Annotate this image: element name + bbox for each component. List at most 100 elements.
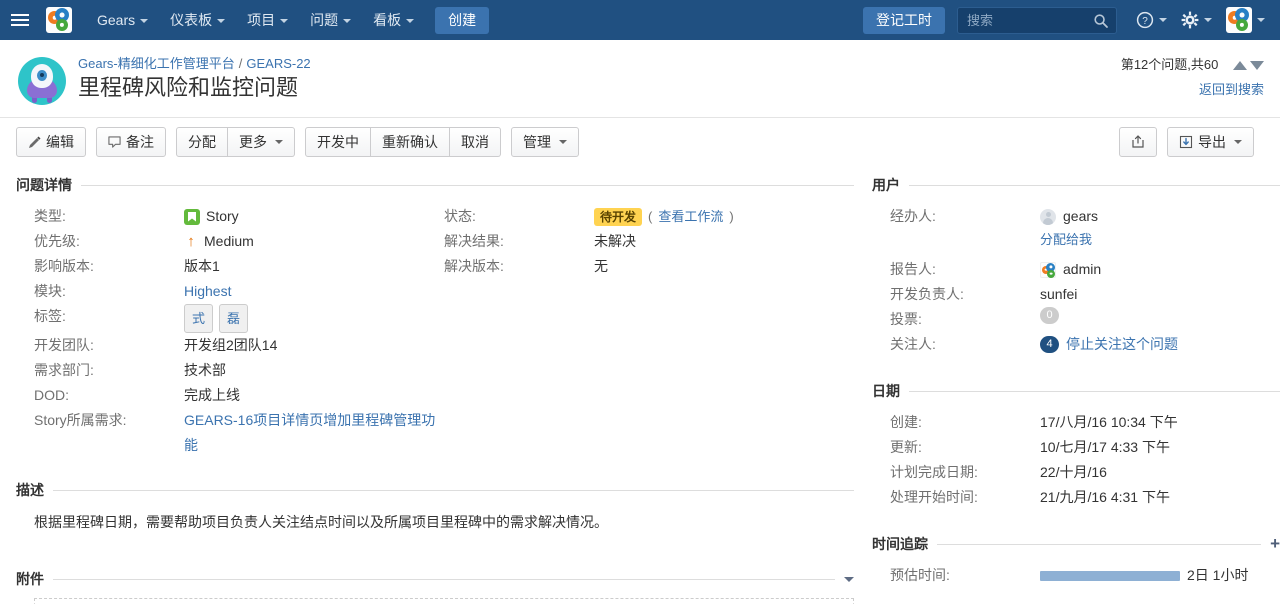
manage-button-label: 管理 <box>523 134 551 150</box>
workflow-paren-open: ( <box>648 209 653 224</box>
reporter-name: admin <box>1063 261 1102 277</box>
dev-team-value: 开发组2团队14 <box>184 337 278 353</box>
breadcrumb: Gears-精细化工作管理平台 / GEARS-22 <box>78 53 311 72</box>
create-button[interactable]: 创建 <box>435 6 490 34</box>
detail-label: Story所属需求: <box>34 412 127 428</box>
description-section-title: 描述 <box>16 482 44 498</box>
gears-logo-icon[interactable] <box>46 7 72 33</box>
breadcrumb-separator: / <box>238 56 243 71</box>
share-icon <box>1132 135 1144 148</box>
gear-icon <box>1181 11 1199 29</box>
nav-item-label: 看板 <box>373 12 402 28</box>
user-label: 报告人: <box>890 261 936 277</box>
default-user-avatar-icon <box>1040 208 1056 225</box>
detail-value: GEARS-16项目详情页增加里程碑管理功能 <box>184 408 444 458</box>
chevron-down-icon <box>1257 18 1265 22</box>
divider <box>937 543 1262 545</box>
watcher-count-badge: 4 <box>1040 336 1059 353</box>
manage-button[interactable]: 管理 <box>511 127 579 157</box>
plus-icon[interactable]: + <box>1270 535 1280 552</box>
estimate-value: 2日 1小时 <box>1187 567 1249 583</box>
detail-row-fix-version: 解决版本: 无 <box>444 254 854 279</box>
user-row-assignee: 经办人: gears 分配给我 <box>890 204 1280 251</box>
chevron-down-icon <box>1159 18 1167 22</box>
watchers-value: 4 停止关注这个问题 <box>1040 332 1178 357</box>
assign-button[interactable]: 分配 <box>176 127 228 157</box>
edit-button[interactable]: 编辑 <box>16 127 86 157</box>
edit-button-label: 编辑 <box>46 134 74 150</box>
attachment-dropzone[interactable]: 将文件拖放到此处以添加附件，或者 浏览. <box>34 598 854 604</box>
nav-item-dashboard[interactable]: 仪表板 <box>159 0 236 40</box>
story-type-icon <box>184 208 200 225</box>
nav-item-gears[interactable]: Gears <box>86 0 159 40</box>
assignee-name: gears <box>1063 208 1099 224</box>
issue-type-value: Story <box>206 208 239 224</box>
export-button[interactable]: 导出 <box>1167 127 1254 157</box>
next-issue-icon[interactable] <box>1250 61 1264 71</box>
view-workflow-link[interactable]: 查看工作流 <box>658 204 723 229</box>
comment-button-label: 备注 <box>126 134 154 150</box>
nav-item-boards[interactable]: 看板 <box>362 0 425 40</box>
profile-button[interactable] <box>1219 0 1272 40</box>
detail-label: 类型: <box>34 208 66 224</box>
transition-reconfirm-button[interactable]: 重新确认 <box>371 127 450 157</box>
chevron-down-icon[interactable] <box>844 576 854 582</box>
label-chip[interactable]: 式 <box>184 304 214 333</box>
nav-item-label: 项目 <box>247 12 276 28</box>
nav-item-issues[interactable]: 问题 <box>299 0 362 40</box>
detail-value: ↑ Medium <box>184 229 254 254</box>
issue-page-header: Gears-精细化工作管理平台 / GEARS-22 里程碑风险和监控问题 第12个… <box>0 40 1280 118</box>
user-row-reporter: 报告人: admin <box>890 257 1280 282</box>
comment-icon <box>108 135 121 148</box>
detail-label: 开发团队: <box>34 337 94 353</box>
divider <box>909 184 1280 186</box>
assignee-value-block: gears 分配给我 <box>1040 204 1098 251</box>
gears-avatar-icon <box>1040 261 1056 278</box>
dates-section-header: 日期 <box>872 381 1280 401</box>
detail-row-labels: 标签: 式 磊 <box>34 304 444 333</box>
detail-row-affects-version: 影响版本: 版本1 <box>34 254 444 279</box>
user-label: 经办人: <box>890 208 936 224</box>
affects-version-value: 版本1 <box>184 258 220 274</box>
detail-row-dev-team: 开发团队: 开发组2团队14 <box>34 333 444 358</box>
settings-button[interactable] <box>1174 0 1219 40</box>
parent-requirement-link[interactable]: GEARS-16项目详情页增加里程碑管理功能 <box>184 408 444 458</box>
users-section-header: 用户 <box>872 175 1280 195</box>
search-box[interactable] <box>957 6 1117 34</box>
detail-row-priority: 优先级: ↑ Medium <box>34 229 444 254</box>
nav-item-projects[interactable]: 项目 <box>236 0 299 40</box>
detail-label: 标签: <box>34 308 66 324</box>
dev-owner-value: sunfei <box>1040 286 1078 302</box>
time-tracking-section-title: 时间追踪 <box>872 536 928 552</box>
breadcrumb-and-title: Gears-精细化工作管理平台 / GEARS-22 里程碑风险和监控问题 <box>78 53 311 102</box>
detail-label: 状态: <box>444 208 476 224</box>
transition-cancel-button[interactable]: 取消 <box>450 127 501 157</box>
details-section-header: 问题详情 <box>16 175 854 195</box>
previous-issue-icon[interactable] <box>1233 61 1247 71</box>
divider <box>53 489 854 491</box>
transition-in-development-button[interactable]: 开发中 <box>305 127 371 157</box>
detail-label: DOD: <box>34 387 69 403</box>
detail-label: 影响版本: <box>34 258 94 274</box>
comment-button[interactable]: 备注 <box>96 127 166 157</box>
log-work-button[interactable]: 登记工时 <box>863 6 945 34</box>
user-row-dev-owner: 开发负责人: sunfei <box>890 282 1280 307</box>
detail-label: 优先级: <box>34 233 80 249</box>
component-link[interactable]: Highest <box>184 279 231 304</box>
detail-row-parent-requirement: Story所属需求: GEARS-16项目详情页增加里程碑管理功能 <box>34 408 444 458</box>
nav-item-label: 问题 <box>310 12 339 28</box>
label-chip[interactable]: 磊 <box>219 304 249 333</box>
share-button[interactable] <box>1119 127 1157 157</box>
more-button[interactable]: 更多 <box>228 127 295 157</box>
breadcrumb-issue-link[interactable]: GEARS-22 <box>246 56 310 71</box>
assign-more-group: 分配 更多 <box>176 127 295 157</box>
assign-to-me-link[interactable]: 分配给我 <box>1040 232 1092 247</box>
help-button[interactable]: ? <box>1129 0 1174 40</box>
chevron-down-icon <box>1204 18 1212 22</box>
breadcrumb-project-link[interactable]: Gears-精细化工作管理平台 <box>78 56 235 71</box>
back-to-search-link[interactable]: 返回到搜索 <box>1121 79 1264 98</box>
hamburger-menu-icon[interactable] <box>0 0 40 40</box>
detail-value: 式 磊 <box>184 304 249 333</box>
detail-label: 解决结果: <box>444 233 504 249</box>
stop-watching-link[interactable]: 停止关注这个问题 <box>1066 332 1178 357</box>
